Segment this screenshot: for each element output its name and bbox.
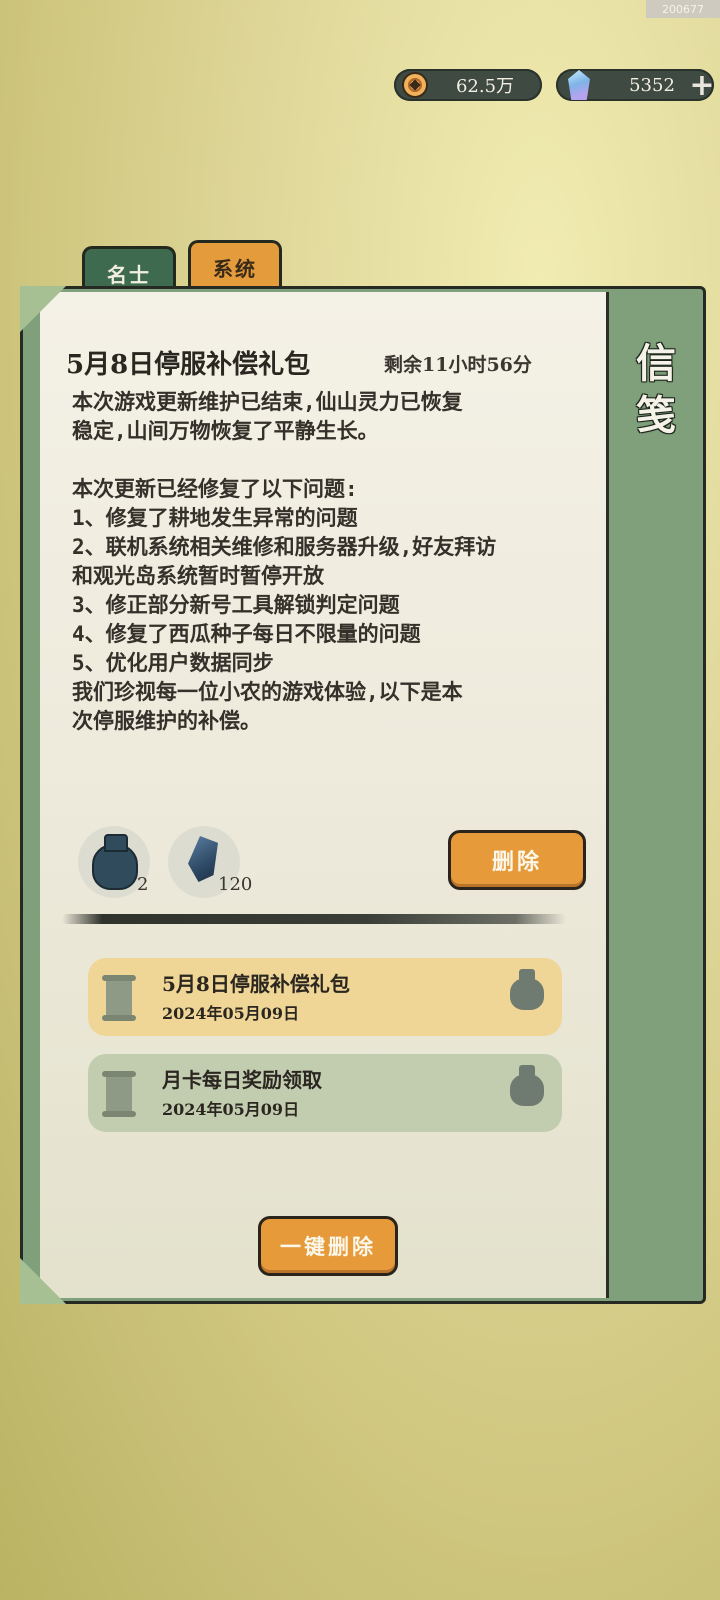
gem-balance: 5352 + <box>556 68 715 103</box>
pouch-icon <box>510 969 544 1010</box>
mail-title: 5月8日停服补偿礼包 <box>66 350 311 380</box>
coin-icon <box>402 72 428 98</box>
pouch-icon <box>92 834 138 890</box>
mail-list-title: 5月8日停服补偿礼包 <box>162 972 350 996</box>
scroll-icon <box>102 1071 136 1117</box>
delete-button[interactable]: 删除 <box>448 830 586 890</box>
mail-list-item[interactable]: 5月8日停服补偿礼包 2024年05月09日 <box>88 958 562 1036</box>
attachment-count: 2 <box>137 874 149 895</box>
mail-list-title: 月卡每日奖励领取 <box>162 1068 322 1092</box>
mail-remaining-time: 剩余11小时56分 <box>384 354 532 376</box>
mail-list-date: 2024年05月09日 <box>162 1004 300 1023</box>
paper-corner-fold <box>20 286 66 332</box>
build-id-label: 200677 <box>646 0 720 18</box>
tab-system[interactable]: 系统 <box>188 240 282 291</box>
mail-body: 本次游戏更新维护已结束,仙山灵力已恢复 稳定,山间万物恢复了平静生长。 本次更新… <box>72 390 497 733</box>
coin-value: 62.5万 <box>455 76 515 97</box>
delete-all-button[interactable]: 一键删除 <box>258 1216 398 1276</box>
pouch-icon <box>510 1065 544 1106</box>
plus-icon[interactable]: + <box>684 67 720 103</box>
scroll-icon <box>102 975 136 1021</box>
gem-icon <box>568 70 590 100</box>
stone-icon <box>188 836 218 882</box>
divider <box>62 914 566 924</box>
attachment-count: 120 <box>218 874 253 895</box>
panel-side-title: 信 笺 <box>636 340 676 439</box>
mail-list-date: 2024年05月09日 <box>162 1100 300 1119</box>
paper-corner-fold <box>20 1258 66 1304</box>
mail-list-item[interactable]: 月卡每日奖励领取 2024年05月09日 <box>88 1054 562 1132</box>
coin-balance: 62.5万 <box>394 69 542 101</box>
